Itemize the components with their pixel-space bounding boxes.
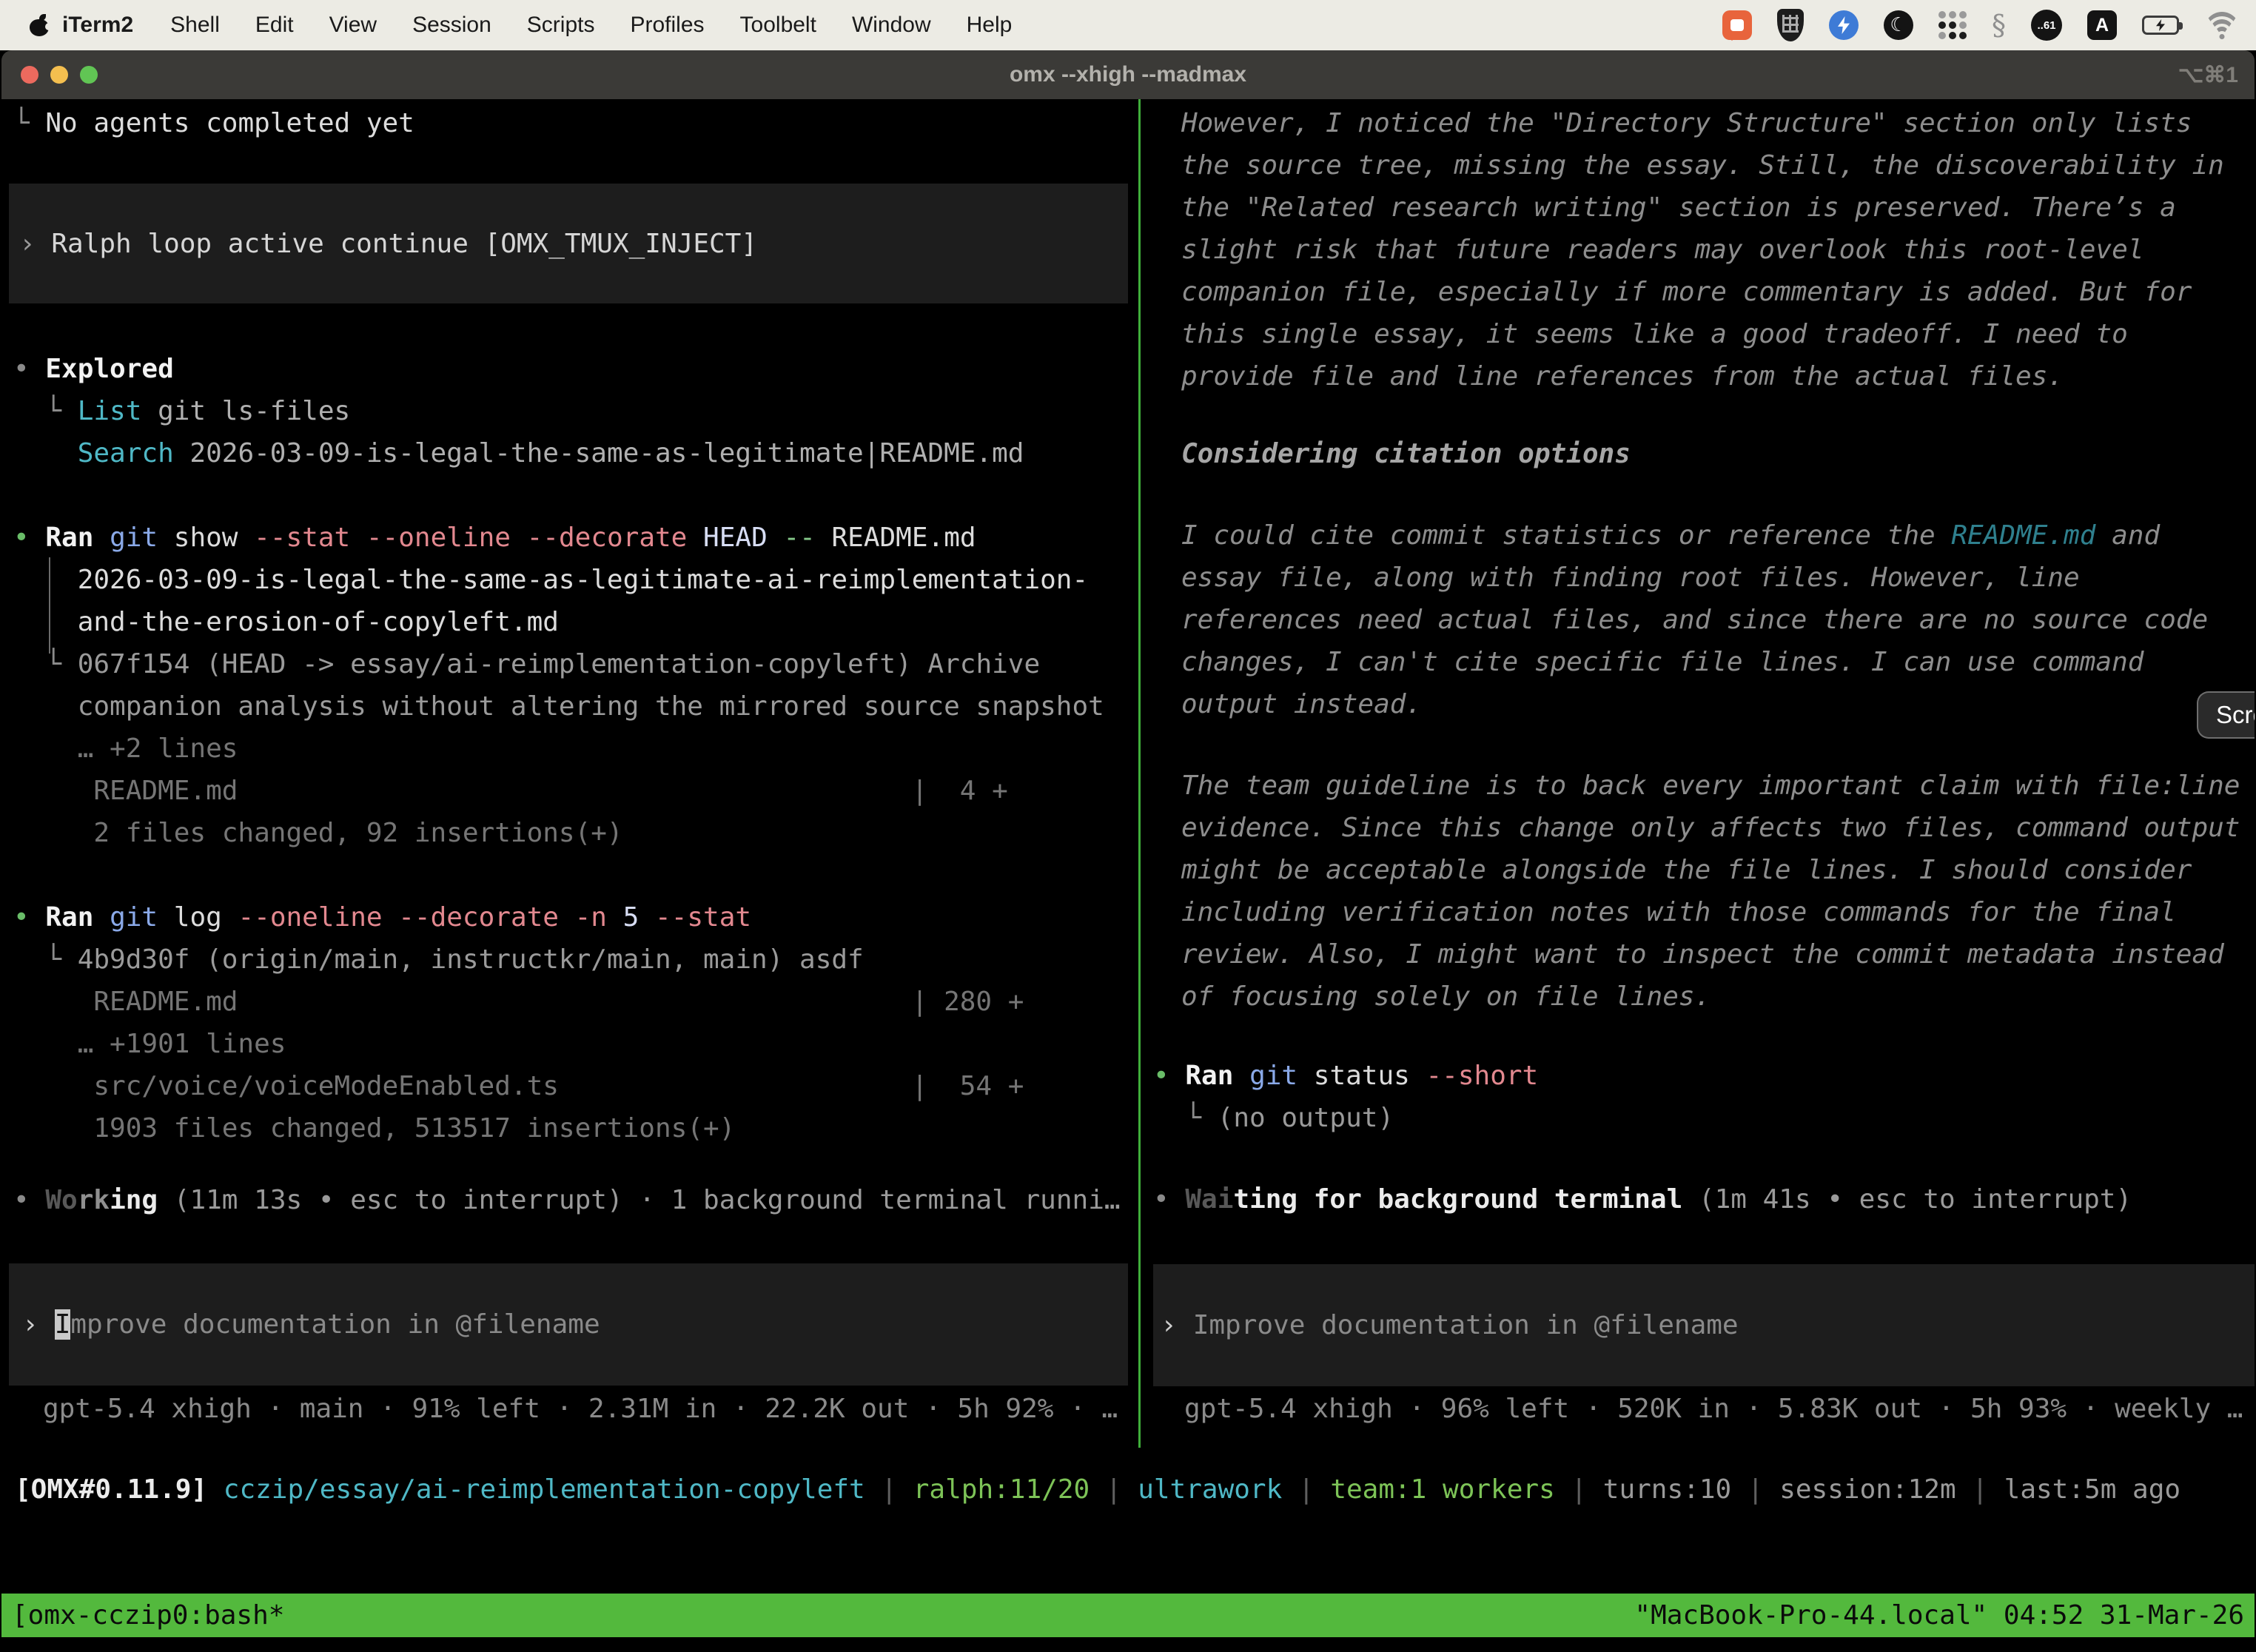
git-log-command-line: • Ran git log --oneline --decorate -n 5 … — [13, 896, 1138, 939]
menu-item-scripts[interactable]: Scripts — [509, 13, 613, 38]
menu-item-session[interactable]: Session — [395, 13, 509, 38]
reasoning-paragraph-2-line-1: I could cite commit statistics or refere… — [1181, 514, 2255, 557]
right-terminal-pane[interactable]: However, I noticed the "Directory Struct… — [1153, 99, 2255, 1448]
right-prompt-input[interactable]: › Improve documentation in @filename — [1153, 1264, 2255, 1386]
chat-app-icon[interactable] — [1722, 10, 1752, 40]
ralph-banner: › Ralph loop active continue [OMX_TMUX_I… — [9, 184, 1128, 303]
text-line: of focusing solely on file lines. — [1181, 976, 2255, 1018]
desktop-screen: iTerm2ShellEditViewSessionScriptsProfile… — [0, 0, 2256, 1652]
git-log-stat-summary: 1903 files changed, 513517 insertions(+) — [13, 1107, 1138, 1149]
text-line: companion file, especially if more comme… — [1181, 271, 2255, 313]
git-show-output-more: … +2 lines — [13, 728, 1138, 770]
shield-grid-icon[interactable] — [1777, 9, 1804, 41]
menu-item-shell[interactable]: Shell — [152, 13, 238, 38]
git-show-output-message: companion analysis without altering the … — [13, 685, 1138, 728]
battery-percent-icon[interactable]: ..61 — [2031, 10, 2062, 41]
explored-block: • Explored └ List git ls-files Search 20… — [13, 348, 1138, 474]
git-show-block: • Ran git show --stat --oneline --decora… — [13, 517, 1138, 854]
text-line: review. Also, I might want to inspect th… — [1181, 933, 2255, 976]
ralph-banner-line: › Ralph loop active continue [OMX_TMUX_I… — [19, 223, 757, 265]
menu-item-toolbelt[interactable]: Toolbelt — [722, 13, 834, 38]
menu-item-window[interactable]: Window — [834, 13, 949, 38]
explored-header: • Explored — [13, 348, 1138, 390]
git-log-output-more: … +1901 lines — [13, 1023, 1138, 1065]
working-status-line: • Working (11m 13s • esc to interrupt) ·… — [13, 1179, 1138, 1221]
tmux-panes: └ No agents completed yet › Ralph loop a… — [1, 99, 2255, 1448]
text-line: including verification notes with those … — [1181, 891, 2255, 933]
text-line: changes, I can't cite specific file line… — [1181, 641, 2255, 683]
text-line: The team guideline is to back every impo… — [1181, 765, 2255, 807]
screen-share-tab[interactable]: Scre — [2197, 691, 2255, 739]
reasoning-paragraph-3: The team guideline is to back every impo… — [1181, 765, 2255, 1018]
iterm-window: omx --xhigh --madmax ⌥⌘1 └ No agents com… — [1, 50, 2255, 1652]
text-line: evidence. Since this change only affects… — [1181, 807, 2255, 849]
text-line: provide file and line references from th… — [1181, 355, 2255, 397]
blue-badge-icon[interactable] — [1829, 10, 1859, 40]
text-line: However, I noticed the "Directory Struct… — [1181, 102, 2255, 144]
window-title: omx --xhigh --madmax — [1, 62, 2255, 87]
git-show-arg-line-1: 2026-03-09-is-legal-the-same-as-legitima… — [13, 559, 1138, 601]
git-show-stat-file: README.md | 4 + — [13, 770, 1138, 812]
wifi-icon[interactable] — [2204, 12, 2240, 38]
battery-icon[interactable] — [2142, 16, 2179, 35]
git-status-command-line: • Ran git status --short — [1153, 1055, 2255, 1097]
prompt-placeholder: Improve documentation in @filename — [1193, 1310, 1739, 1340]
text-line: might be acceptable alongside the file l… — [1181, 849, 2255, 891]
waiting-status-line: • Waiting for background terminal (1m 41… — [1153, 1178, 2255, 1220]
tmux-status-bar: [omx-cczip0:bash* "MacBook-Pro-44.local"… — [1, 1594, 2255, 1637]
reasoning-paragraph-2: essay file, along with finding root file… — [1181, 557, 2255, 725]
dragon-utility-icon[interactable]: § — [1992, 9, 2006, 41]
left-terminal-pane[interactable]: └ No agents completed yet › Ralph loop a… — [1, 99, 1138, 1448]
window-title-bar[interactable]: omx --xhigh --madmax ⌥⌘1 — [1, 50, 2255, 99]
input-source-icon[interactable]: A — [2087, 10, 2117, 40]
tmux-host-clock: "MacBook-Pro-44.local" 04:52 31-Mar-26 — [1634, 1594, 2244, 1637]
crescent-moon-icon[interactable]: ☾ — [1884, 10, 1913, 40]
right-session-status: gpt-5.4 xhigh · 96% left · 520K in · 5.8… — [1153, 1388, 2255, 1430]
git-show-output-commit: └ 067f154 (HEAD -> essay/ai-reimplementa… — [13, 643, 1138, 685]
explored-list-line: └ List git ls-files — [13, 390, 1138, 432]
pane-divider[interactable] — [1138, 99, 1141, 1448]
text-line: this single essay, it seems like a good … — [1181, 313, 2255, 355]
menu-item-profiles[interactable]: Profiles — [612, 13, 722, 38]
agents-note-line: └ No agents completed yet — [13, 102, 1138, 144]
menu-status-icons: ☾ § ..61 A — [1722, 9, 2256, 41]
left-prompt-input[interactable]: › Improve documentation in @filename — [9, 1263, 1128, 1386]
menu-item-help[interactable]: Help — [949, 13, 1030, 38]
reasoning-paragraph-1: However, I noticed the "Directory Struct… — [1181, 102, 2255, 397]
text-cursor: I — [55, 1309, 71, 1340]
prompt-placeholder: mprove documentation in @filename — [70, 1309, 600, 1340]
tmux-session-label[interactable]: [omx-cczip0:bash* — [12, 1594, 284, 1637]
git-show-arg-line-2: and-the-erosion-of-copyleft.md — [13, 601, 1138, 643]
menu-item-view[interactable]: View — [312, 13, 395, 38]
tree-connector — [49, 557, 50, 654]
text-line: slight risk that future readers may over… — [1181, 229, 2255, 271]
omx-status-bar: [OMX#0.11.9] cczip/essay/ai-reimplementa… — [15, 1468, 2247, 1511]
git-log-output-commit: └ 4b9d30f (origin/main, instructkr/main,… — [13, 939, 1138, 981]
prompt-chevron-icon: › — [22, 1309, 38, 1340]
text-line: references need actual files, and since … — [1181, 599, 2255, 641]
git-log-stat-file-2: src/voice/voiceModeEnabled.ts | 54 + — [13, 1065, 1138, 1107]
prompt-chevron-icon: › — [1161, 1310, 1177, 1340]
git-log-block: • Ran git log --oneline --decorate -n 5 … — [13, 896, 1138, 1149]
text-line: the "Related research writing" section i… — [1181, 187, 2255, 229]
git-log-stat-file-1: README.md | 280 + — [13, 981, 1138, 1023]
app-menus: iTerm2ShellEditViewSessionScriptsProfile… — [49, 13, 1030, 38]
git-show-stat-summary: 2 files changed, 92 insertions(+) — [13, 812, 1138, 854]
reasoning-heading: Considering citation options — [1181, 433, 2255, 475]
text-line: output instead. — [1181, 683, 2255, 725]
explored-search-line: Search 2026-03-09-is-legal-the-same-as-l… — [13, 432, 1138, 474]
menu-item-edit[interactable]: Edit — [238, 13, 312, 38]
git-show-command-line: • Ran git show --stat --oneline --decora… — [13, 517, 1138, 559]
text-line: essay file, along with finding root file… — [1181, 557, 2255, 599]
git-status-no-output: └ (no output) — [1153, 1097, 2255, 1139]
menu-item-iterm2[interactable]: iTerm2 — [49, 13, 152, 38]
app-grid-icon[interactable] — [1938, 11, 1967, 39]
apple-menu-icon[interactable] — [30, 14, 49, 36]
left-session-status: gpt-5.4 xhigh · main · 91% left · 2.31M … — [13, 1388, 1138, 1430]
macos-menu-bar: iTerm2ShellEditViewSessionScriptsProfile… — [0, 0, 2256, 50]
text-line: the source tree, missing the essay. Stil… — [1181, 144, 2255, 187]
